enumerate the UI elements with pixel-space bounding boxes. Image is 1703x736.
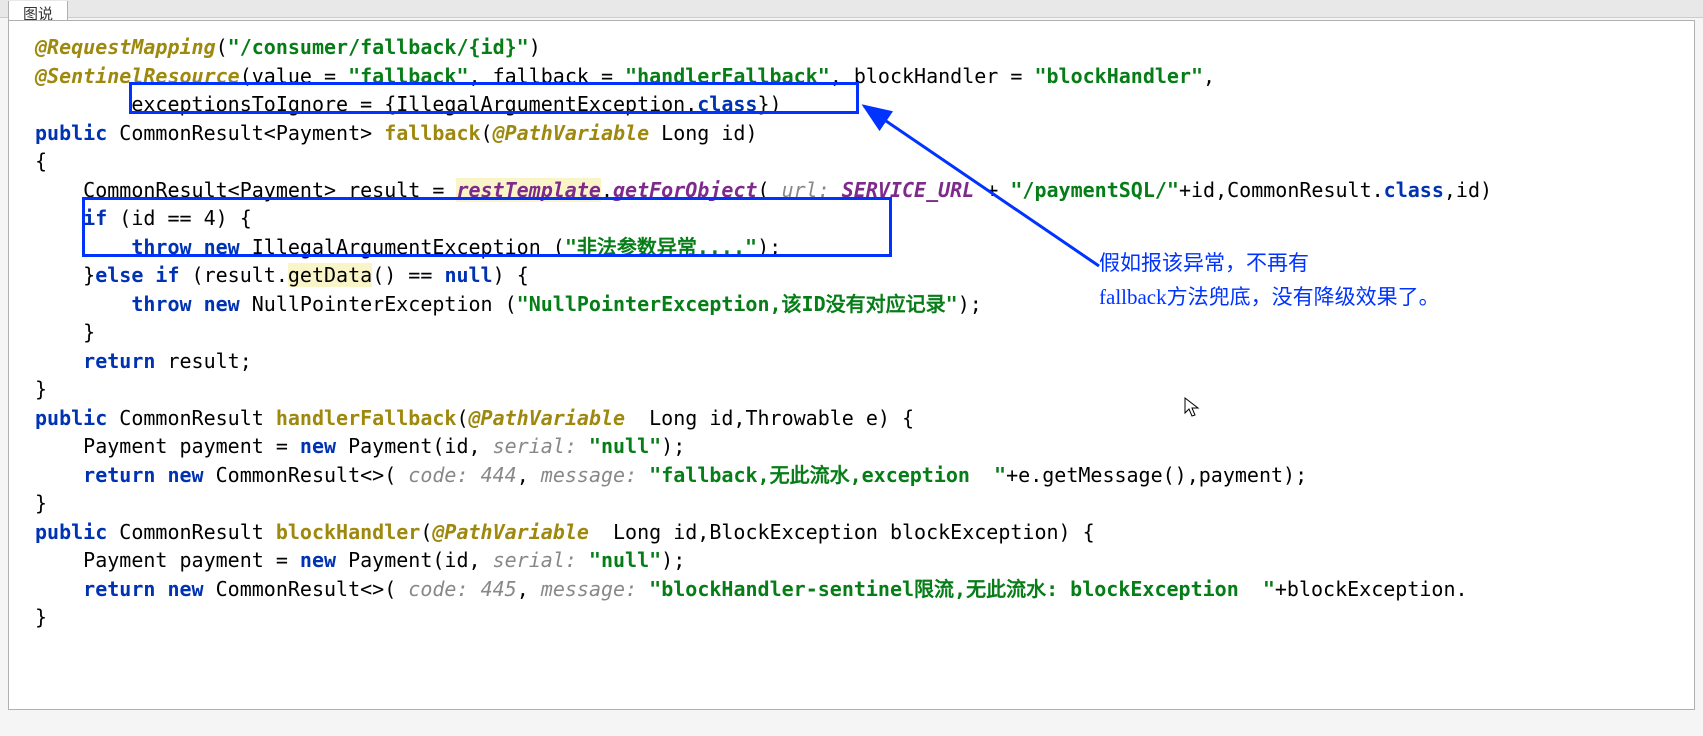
annotation-sentinelresource: @SentinelResource bbox=[35, 64, 240, 88]
tab-bar: 图说 bbox=[0, 0, 1703, 18]
code-content: @RequestMapping("/consumer/fallback/{id}… bbox=[9, 33, 1694, 632]
annotation-text-2: fallback方法兜底，没有降级效果了。 bbox=[1099, 281, 1440, 315]
annotation-requestmapping: @RequestMapping bbox=[35, 35, 216, 59]
code-editor[interactable]: @RequestMapping("/consumer/fallback/{id}… bbox=[8, 20, 1695, 710]
annotation-text-1: 假如报该异常，不再有 bbox=[1099, 247, 1309, 281]
